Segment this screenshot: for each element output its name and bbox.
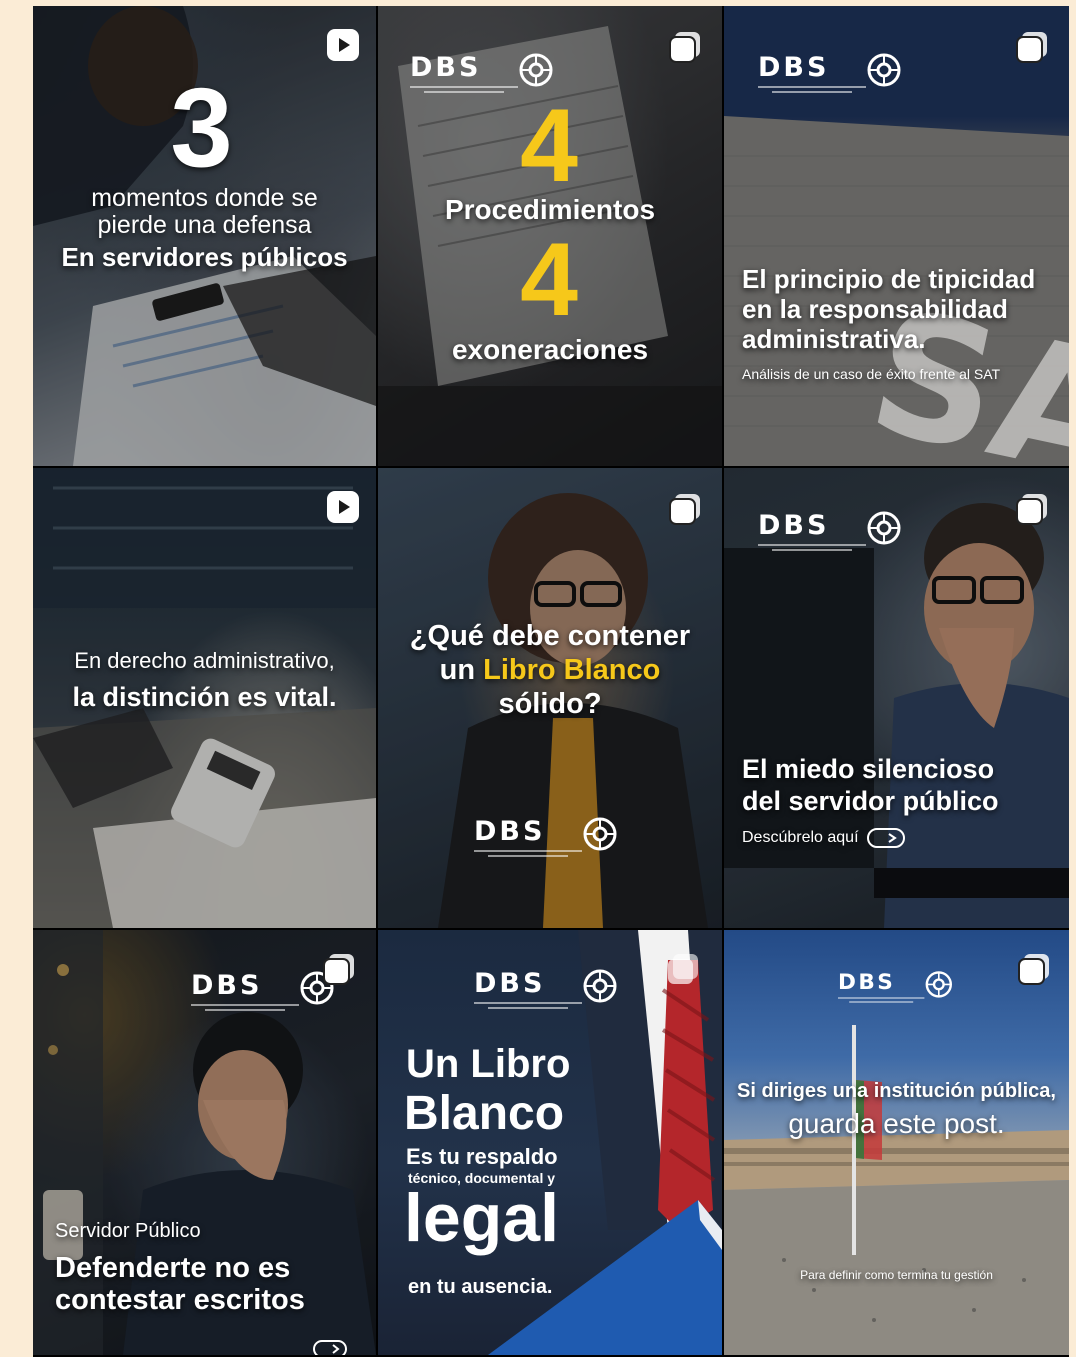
dbs-logo: DBS	[838, 970, 958, 1010]
post-tile-1[interactable]: 3 momentos donde se pierde una defensa E…	[33, 6, 376, 466]
dbs-logo: DBS	[758, 52, 908, 102]
post-title-line: Defenderte no es	[55, 1252, 291, 1284]
dbs-logo: DBS	[474, 968, 624, 1018]
carousel-icon	[1018, 954, 1049, 985]
post-tile-8[interactable]: DBS Un Libro Blanco Es tu respaldo técni…	[378, 930, 722, 1355]
post-title-line: del servidor público	[742, 786, 999, 816]
dbs-logo: DBS	[474, 816, 624, 866]
post-tile-3[interactable]: SAT DBS El principio de tipicidad en la …	[724, 6, 1069, 466]
carousel-icon	[1016, 494, 1047, 525]
post-text-line: exoneraciones	[451, 334, 649, 365]
dbs-logo: DBS	[191, 970, 341, 1020]
big-number: 3	[170, 65, 233, 190]
post-tile-7[interactable]: DBS Servidor Público Defenderte no es co…	[33, 930, 376, 1355]
post-text-line: ¿Qué debe contener	[409, 620, 691, 652]
post-text-line: Si diriges una institución pública,	[737, 1080, 1056, 1102]
post-text-line: sólido?	[498, 688, 602, 720]
arrow-button-icon[interactable]	[313, 1340, 347, 1355]
post-text-line: pierde una defensa	[97, 211, 312, 239]
arrow-button-icon	[866, 828, 905, 848]
post-title-line: contestar escritos	[55, 1284, 305, 1316]
post-text-line: un Libro Blanco	[439, 654, 661, 686]
post-text-line: En servidores públicos	[61, 242, 348, 272]
post-title-line: administrativa.	[742, 324, 926, 354]
post-kicker: Servidor Público	[55, 1220, 201, 1242]
post-text-line: En derecho administrativo,	[74, 648, 335, 673]
highlight-text: Libro Blanco	[483, 654, 661, 686]
post-tile-5[interactable]: ¿Qué debe contener un Libro Blanco sólid…	[378, 468, 722, 928]
big-number: 4	[520, 222, 578, 338]
post-text-line: la distinción es vital.	[72, 682, 337, 712]
post-title-line: El principio de tipicidad	[742, 264, 1036, 294]
post-subtitle: Análisis de un caso de éxito frente al S…	[742, 366, 1001, 382]
post-footer: Para definir como termina tu gestión	[800, 1268, 993, 1282]
post-text-line: guarda este post.	[788, 1108, 1005, 1139]
carousel-icon	[1016, 32, 1047, 63]
post-text-line: momentos donde se	[91, 184, 318, 212]
post-text-line: Blanco	[404, 1087, 565, 1140]
post-text-line: en tu ausencia.	[408, 1276, 553, 1298]
post-tile-9[interactable]: DBS Si diriges una institución pública, …	[724, 930, 1069, 1355]
carousel-icon	[323, 954, 354, 985]
reel-icon	[327, 29, 359, 61]
post-title-line: en la responsabilidad	[742, 294, 1008, 324]
carousel-icon	[669, 32, 700, 63]
carousel-icon	[668, 954, 698, 984]
post-text-line: Es tu respaldo	[406, 1144, 558, 1169]
post-title-line: El miedo silencioso	[742, 754, 995, 784]
post-grid: 3 momentos donde se pierde una defensa E…	[33, 6, 1069, 1357]
carousel-icon	[669, 494, 700, 525]
post-tile-2[interactable]: DBS 4 Procedimientos 4 exoneraciones	[378, 6, 722, 466]
post-tile-4[interactable]: En derecho administrativo, la distinción…	[33, 468, 376, 928]
dbs-logo: DBS	[758, 510, 908, 560]
post-text-line: legal	[404, 1180, 559, 1256]
cta-text[interactable]: Descúbrelo aquí	[742, 828, 905, 848]
post-text-line: Un Libro	[406, 1042, 571, 1086]
post-tile-6[interactable]: DBS El miedo silencioso del servidor púb…	[724, 468, 1069, 928]
reel-icon	[327, 491, 359, 523]
big-number: 4	[520, 88, 578, 204]
